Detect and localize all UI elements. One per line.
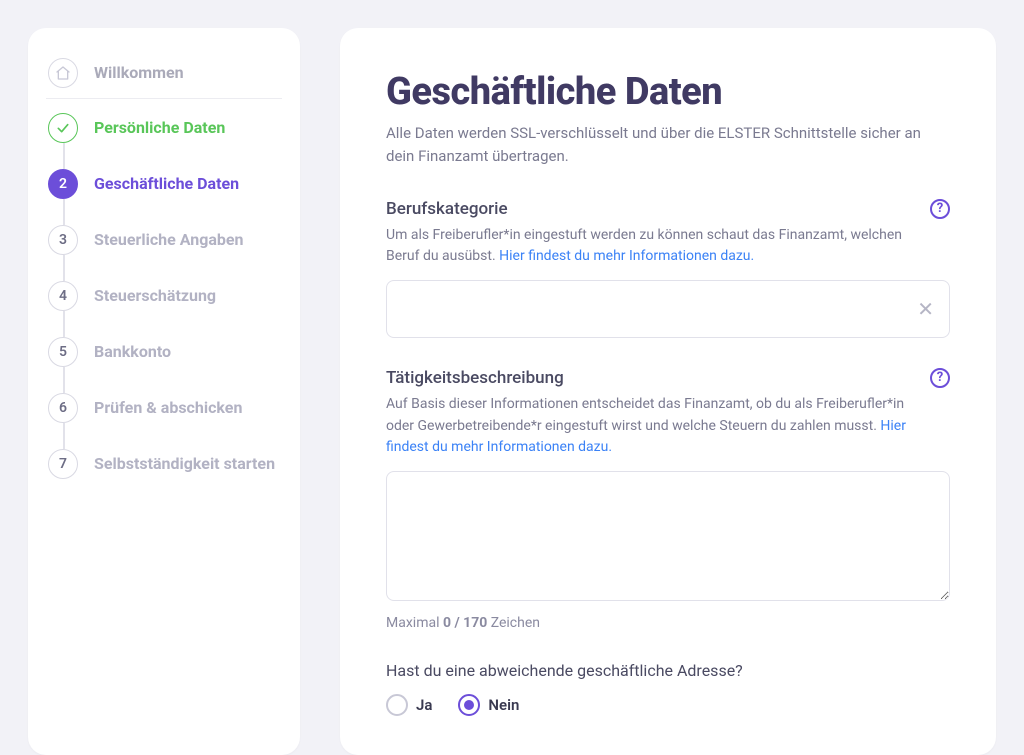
sidebar-item-label: Prüfen & abschicken [80, 393, 242, 423]
group-label: Tätigkeitsbeschreibung [386, 368, 564, 388]
group-job-category: Berufskategorie ? Um als Freiberufler*in… [386, 199, 950, 338]
radio-icon [386, 694, 408, 716]
more-info-link[interactable]: Hier findest du mehr Informationen dazu. [499, 248, 754, 264]
radio-label: Nein [488, 696, 519, 714]
sidebar-item-label: Geschäftliche Daten [80, 169, 239, 199]
group-description-text: Auf Basis dieser Informationen entscheid… [386, 396, 904, 434]
step-number-badge: 3 [48, 225, 78, 255]
sidebar-item-personal-data[interactable]: Persönliche Daten [46, 113, 282, 143]
sidebar-item-review-submit[interactable]: 6 Prüfen & abschicken [46, 393, 282, 423]
sidebar-item-tax-info[interactable]: 3 Steuerliche Angaben [46, 225, 282, 255]
radio-option-no[interactable]: Nein [458, 694, 519, 716]
sidebar-item-business-data[interactable]: 2 Geschäftliche Daten [46, 169, 282, 199]
step-number-badge: 6 [48, 393, 78, 423]
step-connector [63, 423, 65, 449]
step-number-badge: 5 [48, 337, 78, 367]
group-activity-description: Tätigkeitsbeschreibung ? Auf Basis diese… [386, 368, 950, 631]
char-counter: Maximal 0 / 170 Zeichen [386, 615, 950, 631]
step-number-badge: 7 [48, 449, 78, 479]
main-panel: Geschäftliche Daten Alle Daten werden SS… [340, 28, 996, 755]
sidebar-item-label: Persönliche Daten [80, 113, 225, 143]
step-connector [63, 311, 65, 337]
step-connector [63, 255, 65, 281]
activity-description-textarea[interactable] [386, 471, 950, 601]
group-description: Um als Freiberufler*in eingestuft werden… [386, 225, 926, 268]
page-title: Geschäftliche Daten [386, 70, 950, 114]
sidebar-item-label: Steuerschätzung [80, 281, 216, 311]
clear-icon[interactable]: ✕ [917, 299, 934, 319]
step-connector [63, 367, 65, 393]
sidebar-item-label: Bankkonto [80, 337, 171, 367]
radio-option-yes[interactable]: Ja [386, 694, 432, 716]
check-icon [48, 113, 78, 143]
sidebar-item-bank-account[interactable]: 5 Bankkonto [46, 337, 282, 367]
sidebar-item-tax-estimate[interactable]: 4 Steuerschätzung [46, 281, 282, 311]
help-icon[interactable]: ? [930, 368, 950, 388]
step-sidebar: Willkommen Persönliche Daten 2 Geschäft [28, 28, 300, 755]
sidebar-item-start-self-employment[interactable]: 7 Selbstständigkeit starten [46, 449, 282, 479]
step-number-badge: 2 [48, 169, 78, 199]
char-counter-count: 0 / 170 [443, 615, 487, 631]
sidebar-item-label: Steuerliche Angaben [80, 225, 244, 255]
page-subtitle: Alle Daten werden SSL-verschlüsselt und … [386, 122, 926, 169]
sidebar-item-welcome[interactable]: Willkommen [46, 58, 282, 88]
step-connector [63, 199, 65, 225]
char-counter-post: Zeichen [487, 615, 540, 631]
home-icon [48, 58, 78, 88]
sidebar-item-label: Selbstständigkeit starten [80, 449, 275, 479]
step-number-badge: 4 [48, 281, 78, 311]
question-label: Hast du eine abweichende geschäftliche A… [386, 661, 950, 680]
group-business-address-question: Hast du eine abweichende geschäftliche A… [386, 661, 950, 716]
help-icon[interactable]: ? [930, 199, 950, 219]
char-counter-pre: Maximal [386, 615, 443, 631]
radio-icon [458, 694, 480, 716]
job-category-input[interactable] [386, 280, 950, 338]
group-description: Auf Basis dieser Informationen entscheid… [386, 394, 926, 459]
radio-label: Ja [416, 696, 432, 714]
step-connector [63, 143, 65, 169]
sidebar-item-label: Willkommen [80, 58, 184, 88]
divider [46, 98, 282, 99]
group-label: Berufskategorie [386, 199, 508, 219]
